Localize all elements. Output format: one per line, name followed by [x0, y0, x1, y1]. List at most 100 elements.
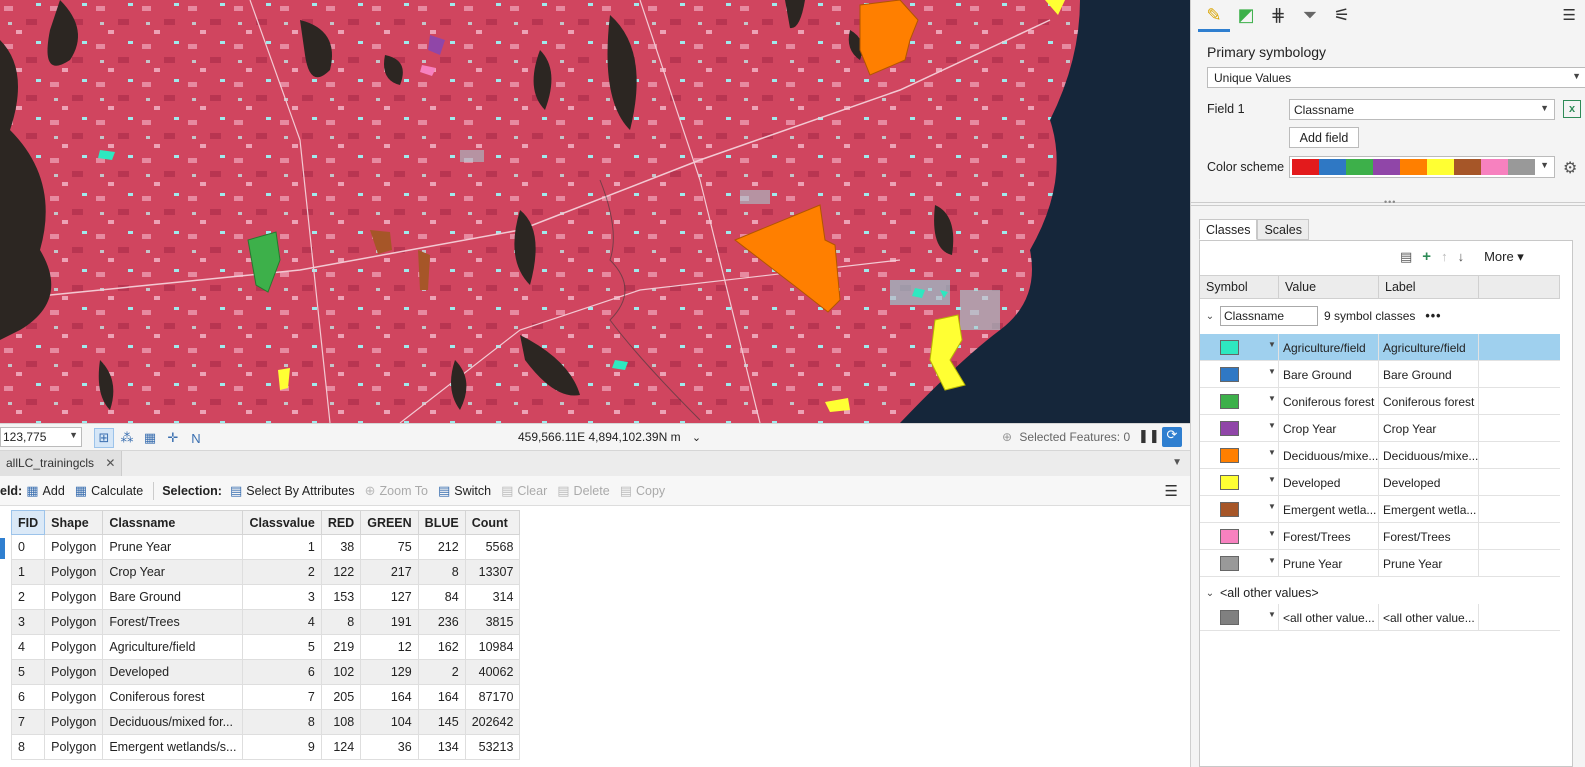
class-row[interactable]: ▼ Coniferous forest Coniferous forest: [1200, 387, 1560, 415]
symbol-swatch[interactable]: [1220, 501, 1239, 517]
class-label[interactable]: Coniferous forest: [1379, 387, 1479, 415]
add-all-values-icon[interactable]: ▤: [1400, 249, 1412, 265]
clear-button[interactable]: ▤ Clear: [501, 483, 547, 499]
table-cell[interactable]: 4: [10, 634, 46, 660]
table-cell[interactable]: Polygon: [44, 709, 104, 735]
table-cell[interactable]: 124: [320, 734, 362, 760]
symbol-swatch[interactable]: [1220, 447, 1239, 463]
table-row[interactable]: 8 Polygon Emergent wetlands/s... 9 124 36 134 5…: [10, 734, 521, 760]
class-row[interactable]: ▼ Prune Year Prune Year: [1200, 549, 1560, 577]
symbol-layers-icon[interactable]: ⋕: [1265, 2, 1291, 28]
table-row[interactable]: 5 Polygon Developed 6 102 129 2 40062: [10, 659, 521, 685]
add-icon[interactable]: +: [1422, 248, 1431, 265]
table-cell[interactable]: Emergent wetlands/s...: [102, 734, 244, 760]
table-cell[interactable]: 12: [360, 634, 419, 660]
chevron-down-icon[interactable]: ▼: [1268, 610, 1276, 619]
table-cell[interactable]: Bare Ground: [102, 584, 244, 610]
symbol-cell[interactable]: ▼: [1200, 522, 1279, 550]
column-header[interactable]: Classname: [102, 510, 244, 535]
tab-scales[interactable]: Scales: [1257, 219, 1309, 240]
add-field-button[interactable]: Add field: [1289, 127, 1359, 148]
symbol-swatch[interactable]: [1220, 555, 1239, 571]
table-cell[interactable]: 10984: [464, 634, 521, 660]
table-cell[interactable]: Polygon: [44, 559, 104, 585]
field1-select[interactable]: Classname ▼: [1289, 99, 1555, 120]
class-label[interactable]: Developed: [1379, 468, 1479, 496]
table-cell[interactable]: 8: [10, 734, 46, 760]
delete-button[interactable]: ▤ Delete: [557, 483, 609, 499]
column-header[interactable]: BLUE: [417, 510, 466, 535]
constraint-icon[interactable]: ✛: [163, 428, 183, 448]
class-label[interactable]: Emergent wetla...: [1379, 495, 1479, 523]
table-cell[interactable]: 129: [360, 659, 419, 685]
group-heading-input[interactable]: Classname: [1220, 306, 1318, 326]
class-row[interactable]: ▼ Bare Ground Bare Ground: [1200, 360, 1560, 388]
table-row[interactable]: 0 Polygon Prune Year 1 38 75 212 5568: [10, 534, 521, 560]
chevron-down-icon[interactable]: ▼: [1268, 421, 1276, 430]
table-cell[interactable]: Polygon: [44, 584, 104, 610]
select-by-attributes-button[interactable]: ▤ Select By Attributes: [230, 483, 355, 499]
chevron-down-icon[interactable]: ▼: [1268, 502, 1276, 511]
table-cell[interactable]: 8: [242, 709, 322, 735]
grip-icon[interactable]: •••: [1384, 197, 1396, 207]
table-cell[interactable]: 2: [417, 659, 466, 685]
table-cell[interactable]: 108: [320, 709, 362, 735]
map-view[interactable]: [0, 0, 1190, 423]
symbol-cell[interactable]: ▼: [1200, 603, 1279, 631]
table-cell[interactable]: 1: [10, 559, 46, 585]
table-cell[interactable]: Developed: [102, 659, 244, 685]
menu-icon[interactable]: ☰: [1563, 6, 1576, 24]
table-cell[interactable]: 212: [417, 534, 466, 560]
table-cell[interactable]: 7: [242, 684, 322, 710]
table-cell[interactable]: 102: [320, 659, 362, 685]
table-row[interactable]: 7 Polygon Deciduous/mixed for... 8 108 104 145…: [10, 709, 521, 735]
more-options-icon[interactable]: •••: [1425, 309, 1441, 323]
table-cell[interactable]: 127: [360, 584, 419, 610]
value-column-header[interactable]: Value: [1279, 276, 1379, 298]
table-cell[interactable]: 205: [320, 684, 362, 710]
fixed-zoom-icon[interactable]: ⊞: [94, 428, 114, 448]
class-label[interactable]: Agriculture/field: [1379, 333, 1479, 361]
table-cell[interactable]: 8: [417, 559, 466, 585]
table-cell[interactable]: 162: [417, 634, 466, 660]
table-cell[interactable]: 0: [10, 534, 46, 560]
chevron-down-icon[interactable]: ▼: [1268, 529, 1276, 538]
primary-symbology-select[interactable]: Unique Values ▼: [1207, 67, 1585, 88]
color-scheme-select[interactable]: ▼: [1289, 156, 1555, 178]
chevron-down-icon[interactable]: ▼: [1268, 475, 1276, 484]
table-row[interactable]: 2 Polygon Bare Ground 3 153 127 84 314: [10, 584, 521, 610]
chevron-down-icon[interactable]: ▼: [1268, 367, 1276, 376]
symbol-cell[interactable]: ▼: [1200, 414, 1279, 442]
chevron-down-icon[interactable]: ⌄: [1200, 588, 1220, 599]
primary-symbology-icon[interactable]: ✎: [1198, 2, 1230, 32]
table-cell[interactable]: 38: [320, 534, 362, 560]
table-cell[interactable]: 5: [10, 659, 46, 685]
close-icon[interactable]: ✕: [105, 456, 115, 470]
refresh-button[interactable]: ⟳: [1162, 427, 1182, 447]
symbol-swatch[interactable]: [1220, 339, 1239, 355]
table-cell[interactable]: 84: [417, 584, 466, 610]
class-label[interactable]: <all other value...: [1379, 603, 1479, 631]
column-header[interactable]: Classvalue: [242, 510, 322, 535]
table-cell[interactable]: 1: [242, 534, 322, 560]
class-row[interactable]: ▼ Crop Year Crop Year: [1200, 414, 1560, 442]
expression-icon[interactable]: x: [1563, 100, 1581, 118]
selected-features[interactable]: ⊕ Selected Features: 0: [1002, 430, 1130, 444]
table-cell[interactable]: 5568: [464, 534, 521, 560]
symbol-swatch[interactable]: [1220, 528, 1239, 544]
class-row[interactable]: ▼ Emergent wetla... Emergent wetla...: [1200, 495, 1560, 523]
menu-icon[interactable]: ☰: [1165, 482, 1178, 500]
table-row[interactable]: 6 Polygon Coniferous forest 7 205 164 164 87170: [10, 684, 521, 710]
table-cell[interactable]: 219: [320, 634, 362, 660]
table-cell[interactable]: 3: [10, 609, 46, 635]
table-row[interactable]: 4 Polygon Agriculture/field 5 219 12 162 10984: [10, 634, 521, 660]
table-cell[interactable]: Agriculture/field: [102, 634, 244, 660]
column-header[interactable]: GREEN: [360, 510, 419, 535]
table-cell[interactable]: 2: [242, 559, 322, 585]
table-cell[interactable]: 13307: [464, 559, 521, 585]
filter-icon[interactable]: ⏷: [1297, 2, 1323, 28]
symbol-cell[interactable]: ▼: [1200, 549, 1279, 577]
symbol-cell[interactable]: ▼: [1200, 468, 1279, 496]
table-cell[interactable]: 87170: [464, 684, 521, 710]
table-cell[interactable]: 236: [417, 609, 466, 635]
